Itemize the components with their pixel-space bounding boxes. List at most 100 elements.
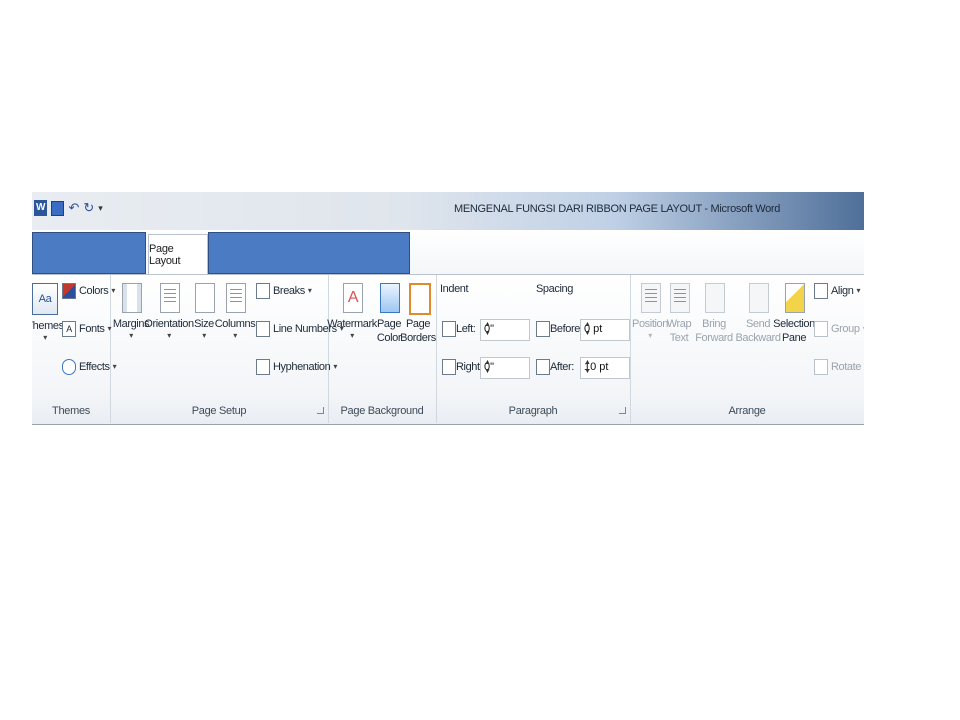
theme-colors-label: Colors [79,285,109,297]
theme-effects-button[interactable]: Effects ▾ [62,359,117,375]
spacing-before-label: Before: [550,323,583,335]
theme-colors-button[interactable]: Colors ▾ [62,283,115,299]
themes-label: Themes [32,320,64,332]
size-label: Size [194,318,214,330]
orientation-label: Orientation [144,318,194,330]
page-borders-label-1: Page [405,318,431,330]
customize-toolbar-icon[interactable]: ▾ [98,200,103,216]
indent-right-spinner[interactable]: ▲ ▼ [484,358,527,376]
save-icon[interactable] [51,200,65,216]
indent-left-input[interactable]: 0" ▲ ▼ [480,319,530,341]
indent-header: Indent [440,283,469,295]
wrap-text-icon [670,283,690,313]
align-button[interactable]: Align ▾ [814,283,860,299]
indent-left-label: Left: [456,323,476,335]
columns-button[interactable]: Columns ▾ [215,283,256,341]
bring-forward-icon [705,283,725,313]
selection-pane-label-1: Selection [773,318,815,330]
send-backward-icon [749,283,769,313]
word-app-icon[interactable]: W [34,200,48,216]
redo-icon[interactable]: ↻ [83,200,94,216]
columns-icon [226,283,246,313]
send-backward-label-1: Send [745,318,771,330]
position-button[interactable]: Position ▾ [632,283,668,341]
send-backward-label-2: Backward [735,332,781,344]
breaks-label: Breaks [273,285,305,297]
page-borders-label-2: Borders [400,332,436,344]
align-label: Align [831,285,854,297]
group-page-background: A Watermark ▾ Page Color Page Borders Pa… [327,275,437,423]
spacing-before-input[interactable]: 0 pt ▲ ▼ [580,319,630,341]
spacing-before-spinner[interactable]: ▲ ▼ [584,320,627,338]
theme-colors-icon [62,283,76,299]
size-button[interactable]: Size ▾ [192,283,216,341]
columns-label: Columns [214,318,256,330]
spacing-after-icon [536,359,550,375]
bring-forward-label-2: Forward [695,332,733,344]
page-borders-button[interactable]: Page Borders [400,283,436,345]
align-icon [814,283,828,299]
group-label-paragraph: Paragraph [508,405,558,417]
orientation-icon [160,283,180,313]
paragraph-dialog-launcher[interactable] [619,407,626,414]
theme-fonts-label: Fonts [79,323,105,335]
page-color-icon [380,283,400,313]
bring-forward-button[interactable]: Bring Forward [692,283,736,345]
spacing-after-input[interactable]: 10 pt ▲ ▼ [580,357,630,379]
indent-right-icon [442,359,456,375]
theme-effects-label: Effects [79,361,110,373]
watermark-icon: A [343,283,363,313]
orientation-button[interactable]: Orientation ▾ [144,283,194,341]
undo-icon[interactable]: ↶ [68,200,79,216]
quick-access-toolbar: W ↶ ↻ ▾ [34,200,103,216]
wrap-text-button[interactable]: Wrap Text [666,283,692,345]
group-objects-icon [814,321,828,337]
themes-button[interactable]: Aa Themes ▾ [32,283,64,343]
spacing-before-icon [536,321,550,337]
group-label-arrange: Arrange [728,405,766,417]
spacing-after-label: After: [550,361,574,373]
theme-effects-icon [62,359,76,375]
margins-icon [122,283,142,313]
indent-left-icon [442,321,456,337]
hyphenation-button[interactable]: Hyphenation ▾ [256,359,337,375]
ribbon: Aa Themes ▾ Colors▾ A Fonts▾ Effects▾ Th… [32,274,864,424]
position-label: Position [632,318,668,330]
wrap-text-label-1: Wrap [666,318,692,330]
indent-right-input[interactable]: 0" ▲ ▼ [480,357,530,379]
selection-pane-icon [785,283,805,313]
margins-button[interactable]: Margins ▾ [113,283,150,341]
group-objects-label: Group [831,323,860,335]
page-borders-icon [409,283,431,315]
rotate-button[interactable]: Rotate▾ [814,359,864,375]
rotate-icon [814,359,828,375]
redacted-tabs-left [32,232,146,274]
group-label-page-setup: Page Setup [191,405,247,417]
breaks-icon [256,283,270,299]
watermark-label: Watermark [327,318,377,330]
group-arrange: Position ▾ Wrap Text Bring Forward Send … [630,275,864,423]
theme-fonts-icon: A [62,321,76,337]
send-backward-button[interactable]: Send Backward [734,283,782,345]
wrap-text-label-2: Text [669,332,689,344]
spacing-header: Spacing [536,283,573,295]
bring-forward-label-1: Bring [702,318,726,330]
watermark-button[interactable]: A Watermark ▾ [327,283,377,341]
indent-left-spinner[interactable]: ▲ ▼ [484,320,527,338]
group-objects-button[interactable]: Group▾ [814,321,864,337]
spacing-after-spinner[interactable]: ▲ ▼ [584,358,627,376]
word-window-screenshot: W ↶ ↻ ▾ MENGENAL FUNGSI DARI RIBBON PAGE… [32,192,864,425]
theme-fonts-button[interactable]: A Fonts ▾ [62,321,112,337]
chevron-down-icon: ▾ [43,333,47,342]
page-color-label-2: Color [376,332,402,344]
redacted-tabs-right [208,232,410,274]
page-setup-dialog-launcher[interactable] [317,407,324,414]
rotate-label: Rotate [831,361,862,373]
size-icon [195,283,215,313]
line-numbers-icon [256,321,270,337]
group-label-page-background: Page Background [340,405,424,417]
group-label-themes: Themes [52,405,90,417]
tab-page-layout[interactable]: Page Layout [148,234,208,275]
breaks-button[interactable]: Breaks ▾ [256,283,312,299]
selection-pane-button[interactable]: Selection Pane [773,283,815,345]
